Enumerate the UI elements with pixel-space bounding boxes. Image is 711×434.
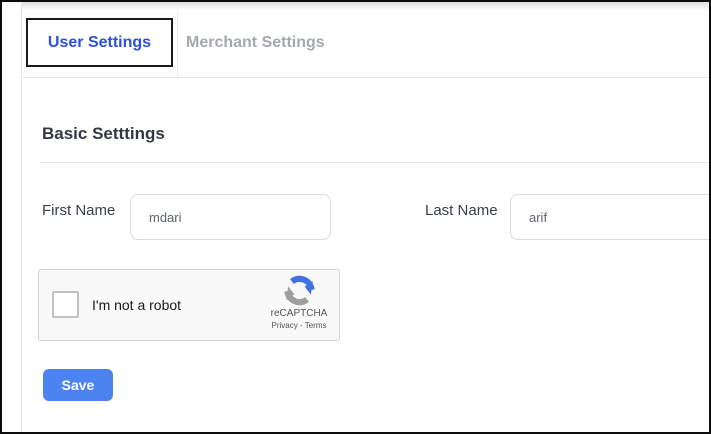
recaptcha-terms-link[interactable]: Terms — [305, 321, 327, 330]
top-shadow — [21, 2, 709, 11]
tabs-divider — [21, 77, 709, 78]
save-button[interactable]: Save — [43, 369, 113, 401]
section-divider — [40, 162, 709, 163]
recaptcha-links: Privacy - Terms — [265, 322, 333, 330]
recaptcha-checkbox[interactable] — [52, 291, 79, 318]
tab-separator — [177, 11, 178, 77]
first-name-label: First Name — [42, 202, 115, 219]
recaptcha-links-separator: - — [300, 321, 303, 330]
recaptcha-brand-text: reCAPTCHA — [265, 309, 333, 319]
tab-user-settings[interactable]: User Settings — [26, 18, 173, 67]
tab-merchant-settings-label: Merchant Settings — [186, 34, 325, 52]
recaptcha-checkbox-label: I'm not a robot — [92, 297, 181, 313]
last-name-field[interactable] — [510, 194, 711, 240]
tab-merchant-settings[interactable]: Merchant Settings — [186, 18, 325, 67]
recaptcha-branding: reCAPTCHA Privacy - Terms — [265, 274, 333, 330]
last-name-label: Last Name — [425, 202, 498, 219]
recaptcha-logo-icon — [265, 274, 333, 307]
settings-page: User Settings Merchant Settings Basic Se… — [0, 0, 711, 434]
first-name-field[interactable] — [130, 194, 331, 240]
sidebar-boundary-line — [21, 2, 22, 432]
recaptcha-privacy-link[interactable]: Privacy — [272, 321, 298, 330]
tab-user-settings-label: User Settings — [48, 34, 151, 52]
page-title: Basic Setttings — [42, 124, 165, 144]
recaptcha-widget: I'm not a robot reCAPTCHA Privacy - Term… — [38, 269, 340, 341]
